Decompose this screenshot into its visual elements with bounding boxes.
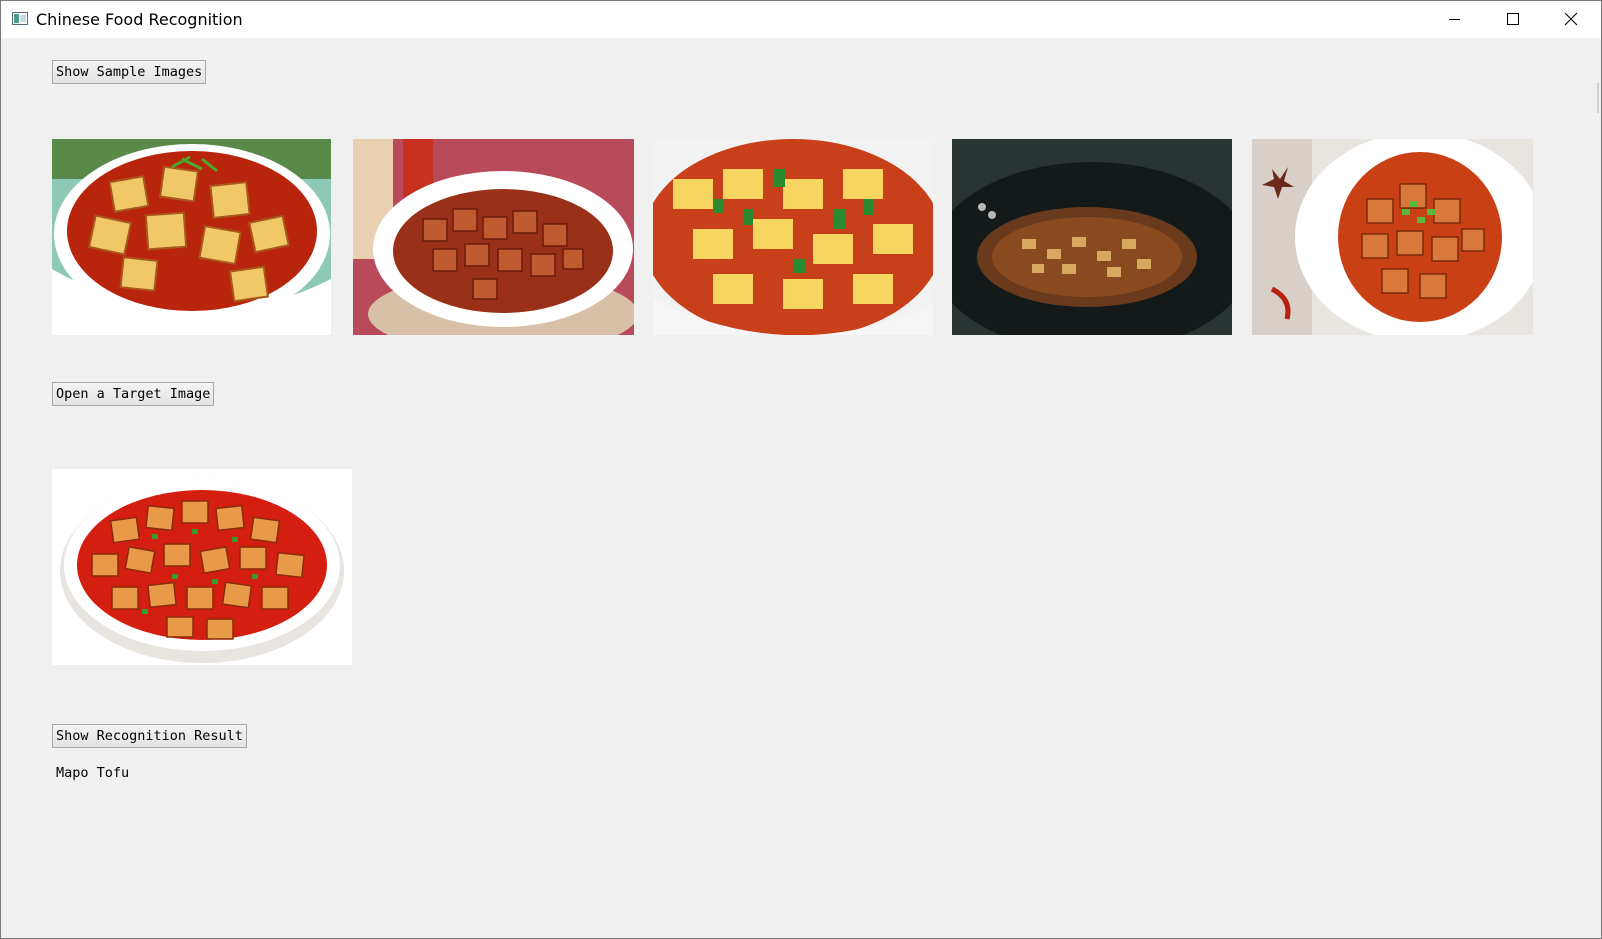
sample-image-5: [1252, 139, 1533, 335]
food-image-icon: Baidu: [52, 139, 331, 335]
open-target-image-button[interactable]: Open a Target Image: [52, 382, 215, 406]
food-image-icon: [52, 469, 352, 665]
show-sample-images-button[interactable]: Show Sample Images: [52, 60, 207, 84]
food-image-icon: [353, 139, 634, 335]
sample-image-3: [653, 139, 933, 335]
sample-image-4: [952, 139, 1232, 335]
food-image-icon: [1252, 139, 1533, 335]
app-window: Chinese Food Recognition Show Sample Ima…: [0, 0, 1602, 939]
scrollbar-edge: [1597, 83, 1599, 113]
window-title: Chinese Food Recognition: [36, 10, 243, 29]
minimize-button[interactable]: [1426, 1, 1484, 38]
app-icon: [12, 12, 28, 25]
sample-image-1: Baidu: [52, 139, 331, 335]
minimize-icon: [1449, 19, 1460, 20]
title-bar[interactable]: Chinese Food Recognition: [1, 1, 1601, 38]
sample-image-2: [353, 139, 634, 335]
recognition-result-label: Mapo Tofu: [56, 765, 130, 781]
main-content: Show Sample Images Baidu Open a Target I…: [1, 38, 1601, 938]
maximize-icon: [1507, 13, 1519, 25]
close-button[interactable]: [1542, 1, 1600, 38]
watermark-text: Baidu: [264, 307, 304, 323]
food-image-icon: [653, 139, 933, 335]
target-image: [52, 469, 352, 665]
maximize-button[interactable]: [1484, 1, 1542, 38]
close-icon: [1564, 12, 1578, 26]
food-image-icon: [952, 139, 1232, 335]
show-recognition-result-button[interactable]: Show Recognition Result: [52, 724, 247, 748]
